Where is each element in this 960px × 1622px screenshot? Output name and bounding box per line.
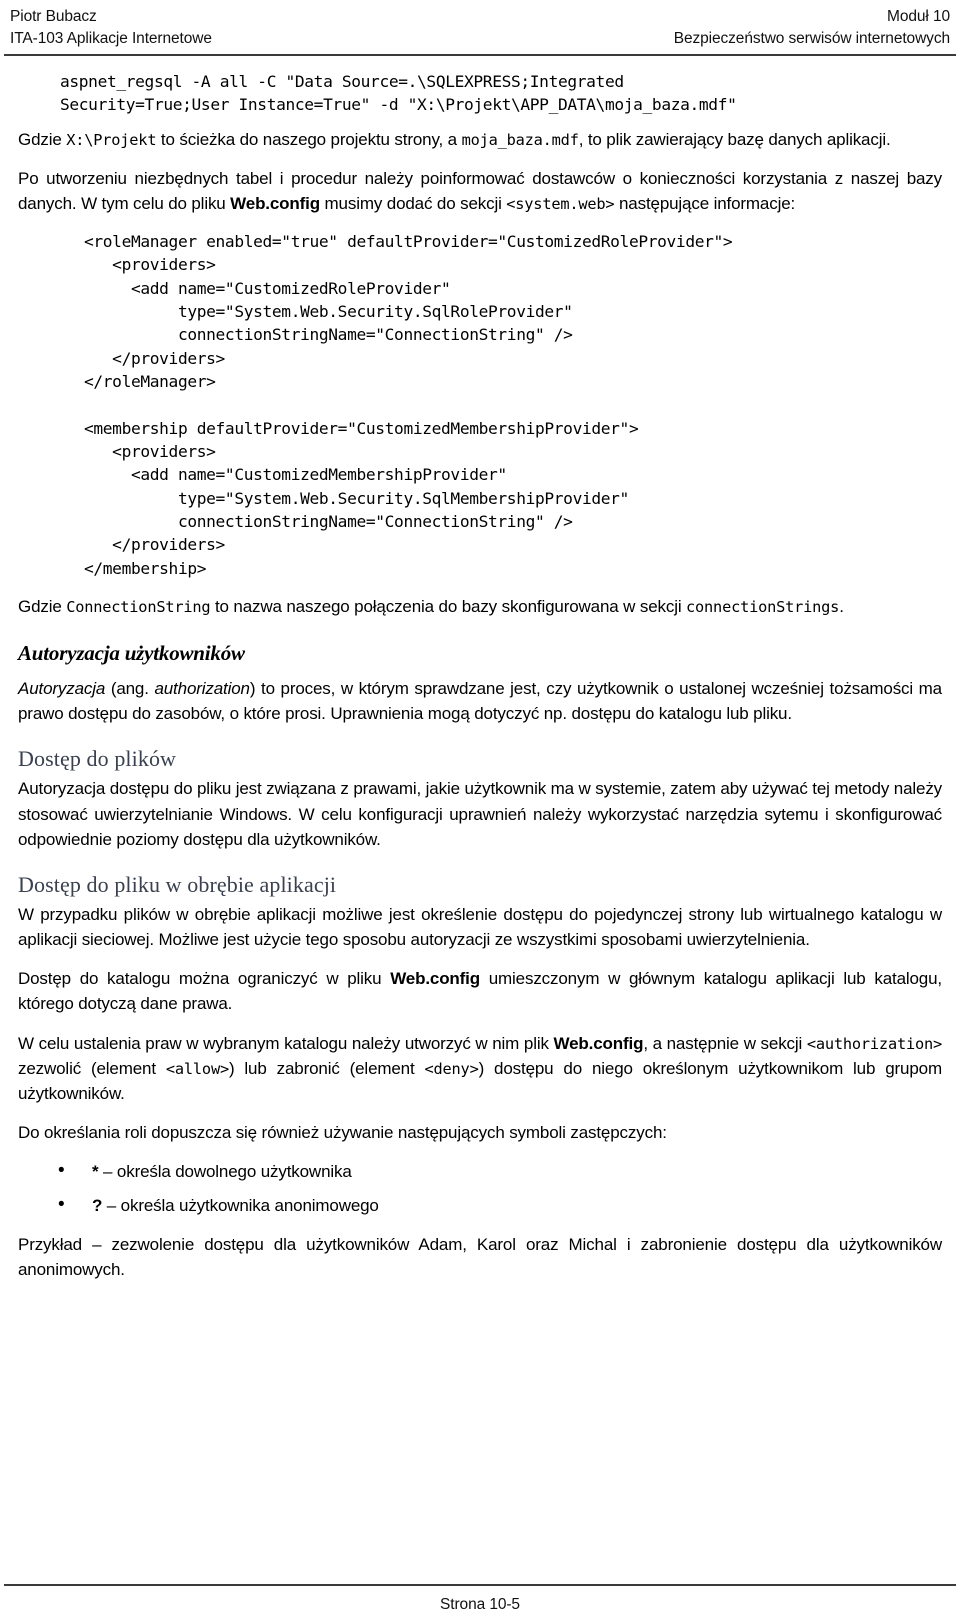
italic-authorization: authorization xyxy=(154,679,250,699)
document-footer: Strona 10-5 xyxy=(4,1583,956,1622)
document-content: aspnet_regsql -A all -C "Data Source=.\S… xyxy=(0,56,960,1584)
paragraph-dostep-do-katalogu: Dostęp do katalogu można ograniczyć w pl… xyxy=(18,966,942,1016)
heading-autoryzacja-uzytkownikow: Autoryzacja użytkowników xyxy=(18,641,245,666)
text-fragment: to ścieżka do naszego projektu strony, a xyxy=(156,129,462,149)
paragraph-dostep-do-plikow: Autoryzacja dostępu do pliku jest związa… xyxy=(18,779,943,849)
text-fragment: zezwolić (element xyxy=(18,1058,166,1078)
code-block-aspnet-regsql: aspnet_regsql -A all -C "Data Source=.\S… xyxy=(60,71,737,115)
content-bottom-spacer xyxy=(18,1296,942,1302)
text-fragment: Gdzie xyxy=(18,596,67,616)
text-fragment: ) lub zabronić (element xyxy=(228,1058,425,1078)
paragraph-gdzie-connectionstring: Gdzie ConnectionString to nazwa naszego … xyxy=(18,594,942,619)
header-author: Piotr Bubacz xyxy=(10,8,97,25)
paragraph-autoryzacja-definicja: Autoryzacja (ang. authorization) to proc… xyxy=(18,676,942,726)
paragraph-po-utworzeniu: Po utworzeniu niezbędnych tabel i proced… xyxy=(18,166,942,216)
text-fragment: , a następnie w sekcji xyxy=(643,1033,807,1053)
text-fragment: . xyxy=(839,596,844,616)
inline-code-deny: <deny> xyxy=(424,1059,479,1078)
document-header: Piotr Bubacz Moduł 10 ITA-103 Aplikacje … xyxy=(4,0,956,56)
text-fragment: musimy dodać do sekcji xyxy=(319,193,507,213)
document-page: Piotr Bubacz Moduł 10 ITA-103 Aplikacje … xyxy=(0,0,960,1622)
bullet-text: – określa dowolnego użytkownika xyxy=(98,1162,352,1182)
inline-code-path: X:\Projekt xyxy=(66,130,157,149)
inline-code-system-web: <system.web> xyxy=(506,194,615,213)
list-item: * – określa dowolnego użytkownika xyxy=(58,1157,942,1185)
header-subject: Bezpieczeństwo serwisów internetowych xyxy=(673,30,950,48)
text-fragment: , to plik zawierający bazę danych aplika… xyxy=(578,129,891,149)
bold-web-config: Web.config xyxy=(390,969,480,989)
inline-code-authorization: <authorization> xyxy=(806,1034,943,1053)
code-block-webconfig-providers: <roleManager enabled="true" defaultProvi… xyxy=(84,232,733,578)
heading-dostep-do-plikow: Dostęp do plików xyxy=(18,746,177,772)
text-fragment: Gdzie xyxy=(18,129,67,149)
header-module: Moduł 10 xyxy=(887,8,950,25)
list-item: ? – określa użytkownika anonimowego xyxy=(58,1191,942,1219)
bullet-text: – określa użytkownika anonimowego xyxy=(102,1195,379,1215)
wildcard-symbol-list: * – określa dowolnego użytkownika ? – ok… xyxy=(18,1157,942,1219)
inline-code-connectionstring: ConnectionString xyxy=(66,597,211,616)
bullet-symbol: ? xyxy=(92,1195,103,1215)
paragraph-gdzie-x: Gdzie X:\Projekt to ścieżka do naszego p… xyxy=(18,127,942,152)
paragraph-dostep-w-obrebie-aplikacji: W przypadku plików w obrębie aplikacji m… xyxy=(18,904,942,950)
heading-dostep-do-pliku-w-obrebie-aplikacji: Dostęp do pliku w obrębie aplikacji xyxy=(18,871,337,897)
paragraph-przyklad: Przykład – zezwolenie dostępu dla użytko… xyxy=(18,1235,942,1280)
header-row-first: Piotr Bubacz Moduł 10 xyxy=(10,6,950,28)
inline-code-allow: <allow> xyxy=(165,1059,229,1078)
text-fragment: Dostęp do katalogu można ograniczyć w pl… xyxy=(18,969,391,989)
paragraph-w-celu-ustalenia-praw: W celu ustalenia praw w wybranym katalog… xyxy=(18,1031,942,1106)
inline-code-connectionstrings-section: connectionStrings xyxy=(686,597,840,616)
page-number-label: Strona 10-5 xyxy=(440,1595,520,1613)
header-row-second: ITA-103 Aplikacje Internetowe Bezpieczeń… xyxy=(10,28,950,53)
bold-web-config: Web.config xyxy=(230,193,320,213)
inline-code-mdf: moja_baza.mdf xyxy=(461,130,579,149)
text-fragment: to nazwa naszego połączenia do bazy skon… xyxy=(210,596,687,616)
text-fragment: następujące informacje: xyxy=(614,193,796,213)
header-course: ITA-103 Aplikacje Internetowe xyxy=(10,30,212,48)
text-fragment: W celu ustalenia praw w wybranym katalog… xyxy=(18,1033,554,1053)
paragraph-do-okreslania-roli: Do określania roli dopuszcza się również… xyxy=(18,1123,667,1143)
text-fragment: (ang. xyxy=(105,679,155,699)
italic-autoryzacja: Autoryzacja xyxy=(18,679,106,699)
bold-web-config: Web.config xyxy=(553,1033,644,1053)
